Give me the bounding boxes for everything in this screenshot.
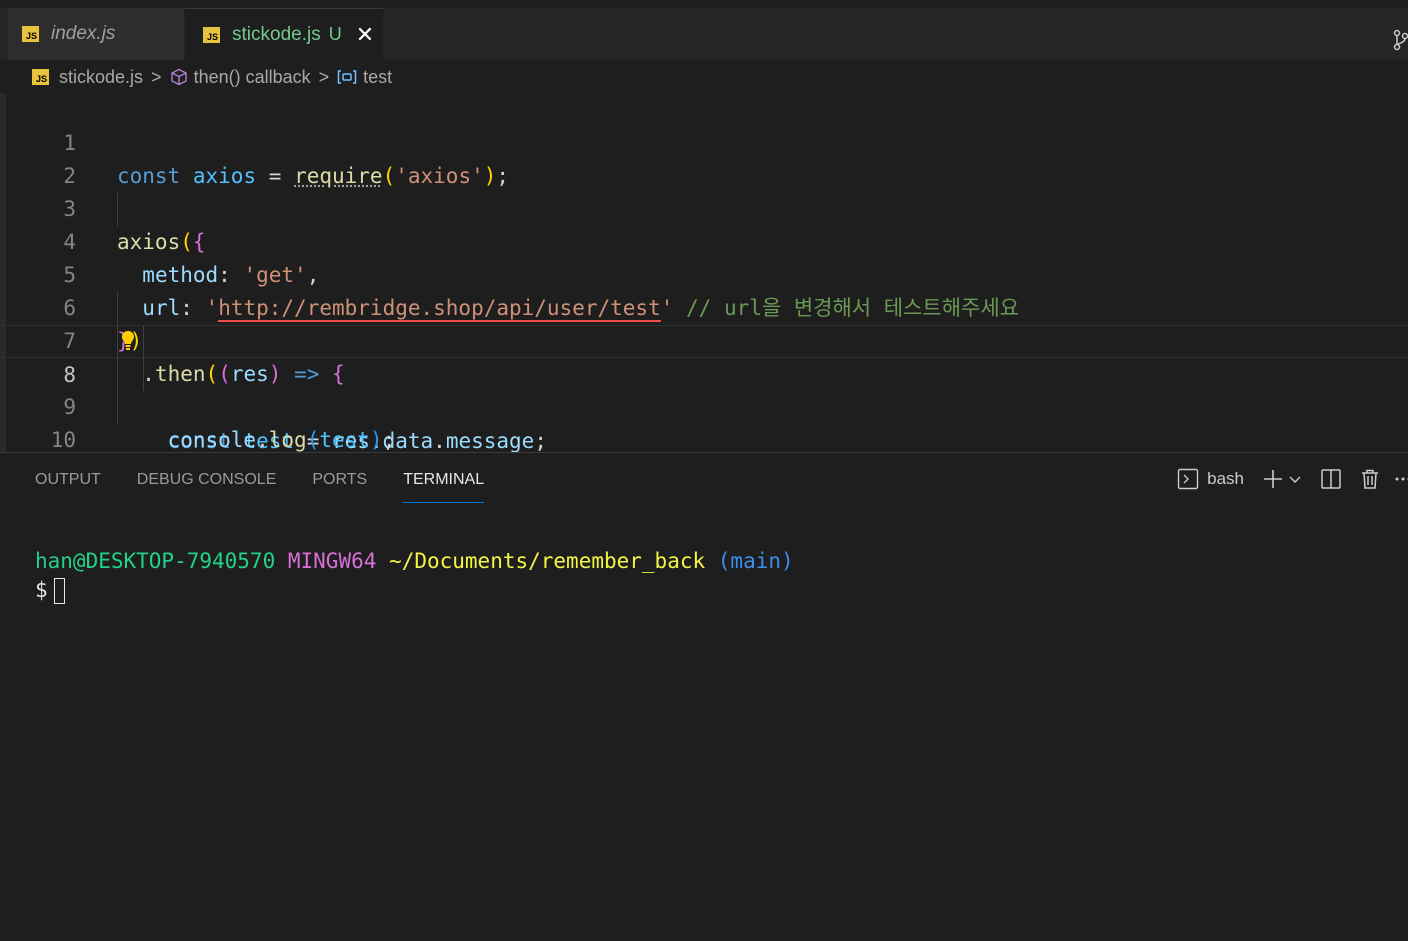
variable-icon [337,70,357,84]
code-line: 9 console.log(test); [0,358,1408,452]
code-line-current: 8 const test = res.data.message; [0,325,1408,452]
code-line: 1 const axios = require('axios'); [0,94,1408,188]
untracked-status-badge: U [328,24,342,44]
terminal-icon [1177,468,1199,490]
terminal-path: ~/Documents/remember_back [389,549,706,573]
lightbulb-icon[interactable] [121,330,135,352]
panel-tabs: OUTPUT DEBUG CONSOLE PORTS TERMINAL [35,453,520,503]
source-control-icon[interactable] [1392,28,1408,52]
kill-terminal-button[interactable] [1360,468,1380,490]
js-file-icon: JS [32,69,49,85]
breadcrumb-file-label: stickode.js [59,66,144,87]
terminal-shell-name: bash [1207,469,1244,488]
breadcrumb-variable-label: test [363,66,393,87]
code-line: 6 }) [0,259,1408,353]
tab-ports[interactable]: PORTS [312,453,367,503]
breadcrumb-variable[interactable]: test [337,67,392,88]
cube-icon [170,68,187,86]
tab-index-js[interactable]: JS index.js [8,8,184,60]
bottom-panel: OUTPUT DEBUG CONSOLE PORTS TERMINAL bash [0,452,1408,941]
terminal-user-host: han@DESKTOP-7940570 [35,549,276,573]
more-actions-button[interactable] [1394,468,1408,490]
js-file-icon: JS [22,26,39,42]
terminal-prompt: $ [35,578,48,602]
split-icon [1321,469,1341,489]
chevron-down-icon[interactable] [1288,472,1302,486]
trash-icon [1362,469,1378,489]
tab-output[interactable]: OUTPUT [35,453,101,503]
breadcrumb: JS stickode.js > then() callback > test [0,60,1408,94]
code-line: 3 axios({ [0,160,1408,254]
new-terminal-button[interactable] [1262,468,1302,490]
terminal-shell-selector[interactable]: bash [1177,468,1244,490]
tab-stickode-js[interactable]: JS stickode.js U ✕ [185,8,383,60]
breadcrumb-symbol[interactable]: then() callback [170,67,311,88]
code-line: 7 .then((res) => { [0,292,1408,386]
tab-debug-console[interactable]: DEBUG CONSOLE [137,453,277,503]
terminal-output[interactable]: han@DESKTOP-7940570 MINGW64 ~/Documents/… [35,547,794,605]
terminal-toolbar: bash [1159,465,1408,493]
code-line: 10 }) [0,391,1408,452]
split-terminal-button[interactable] [1320,468,1342,490]
editor-tab-bar: JS index.js JS stickode.js U ✕ [0,8,1408,60]
plus-icon [1264,470,1282,488]
code-line: 11 [0,424,1408,452]
tab-label: stickode.js [232,23,321,45]
code-editor[interactable]: 1 const axios = require('axios'); 2 3 ax… [0,94,1408,452]
breadcrumb-symbol-label: then() callback [193,66,311,87]
code-line: 5 url: 'http://rembridge.shop/api/user/t… [0,226,1408,322]
terminal-cursor [53,578,65,604]
tab-terminal[interactable]: TERMINAL [403,453,485,503]
js-file-icon: JS [203,26,220,43]
title-strip [0,0,1408,8]
chevron-right-icon: > [318,66,330,87]
tab-label: index.js [51,23,116,44]
terminal-system: MINGW64 [287,549,377,573]
ellipsis-icon [1395,477,1408,481]
code-line: 2 [0,127,1408,188]
breadcrumb-file[interactable]: JS stickode.js [32,67,143,88]
chevron-right-icon: > [151,66,162,87]
close-tab-button[interactable]: ✕ [356,22,374,48]
code-line: 4 method: 'get', [0,193,1408,287]
terminal-branch: (main) [717,549,794,573]
